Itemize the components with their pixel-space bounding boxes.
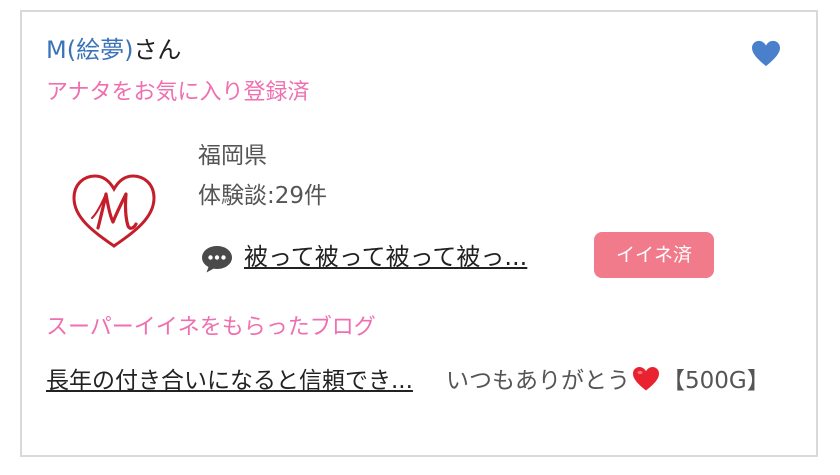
red-heart-emoji xyxy=(633,367,659,391)
user-header: M(絵夢)さん xyxy=(46,34,181,66)
blog-title-link[interactable]: 長年の付き合いになると信頼でき... xyxy=(46,364,426,398)
prefecture: 福岡県 xyxy=(198,143,267,169)
heart-m-logo[interactable] xyxy=(68,172,160,252)
liked-button[interactable]: イイネ済 xyxy=(594,232,714,278)
heart-icon[interactable] xyxy=(751,40,781,68)
favorite-status: アナタをお気に入り登録済 xyxy=(46,80,310,105)
user-name[interactable]: M(絵夢) xyxy=(46,36,133,64)
speech-bubble-icon xyxy=(202,246,232,273)
post-title-link[interactable]: 被って被って被って被っ... xyxy=(244,240,527,274)
user-card: M(絵夢)さん アナタをお気に入り登録済 福岡県 体験談:29件 被って被って被… xyxy=(20,10,818,457)
user-honorific: さん xyxy=(133,36,182,64)
blog-comment: いつもありがとう 【500G】 xyxy=(446,364,776,398)
report-count: 体験談:29件 xyxy=(198,183,328,209)
super-like-section-title: スーパーイイネをもらったブログ xyxy=(46,315,376,340)
comment-points: 【500G】 xyxy=(662,368,770,394)
comment-text: いつもありがとう xyxy=(446,368,630,394)
